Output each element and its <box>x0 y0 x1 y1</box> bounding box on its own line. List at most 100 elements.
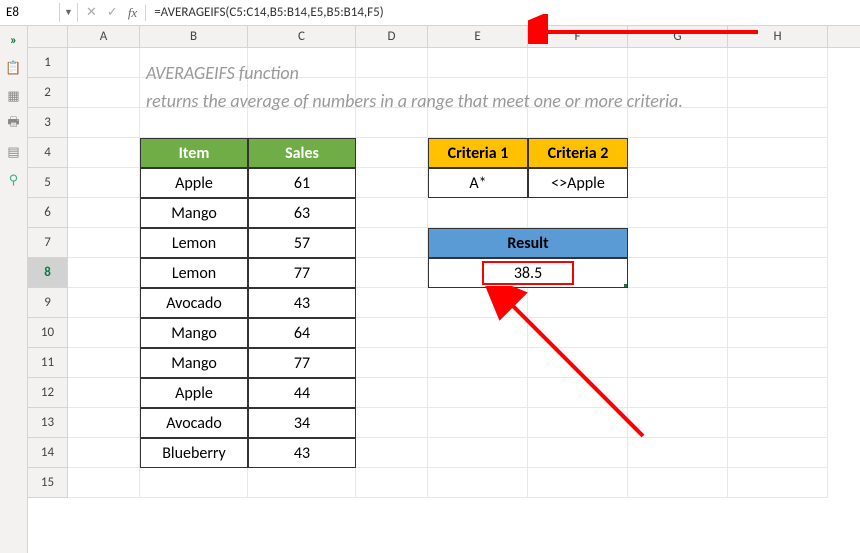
row-header[interactable]: 7 <box>28 228 68 258</box>
cell[interactable] <box>428 78 528 108</box>
cell[interactable] <box>68 318 140 348</box>
cell[interactable] <box>428 438 528 468</box>
cell[interactable] <box>140 468 248 498</box>
row-header[interactable]: 12 <box>28 378 68 408</box>
row-header[interactable]: 1 <box>28 48 68 78</box>
select-all-corner[interactable] <box>28 26 68 47</box>
formula-input[interactable]: =AVERAGEIFS(C5:C14,B5:B14,E5,B5:B14,F5) <box>146 3 860 22</box>
cell[interactable] <box>356 348 428 378</box>
cell[interactable] <box>248 48 356 78</box>
cell[interactable]: Avocado <box>140 408 248 438</box>
cell[interactable] <box>628 138 728 168</box>
expand-icon[interactable]: » <box>6 32 22 48</box>
cell[interactable] <box>68 138 140 168</box>
cell[interactable] <box>356 48 428 78</box>
cell[interactable] <box>248 78 356 108</box>
row-header[interactable]: 13 <box>28 408 68 438</box>
cell[interactable]: 61 <box>248 168 356 198</box>
cell[interactable] <box>356 408 428 438</box>
row-header[interactable]: 2 <box>28 78 68 108</box>
cell[interactable]: <>Apple <box>528 168 628 198</box>
cell[interactable] <box>628 198 728 228</box>
cell[interactable] <box>728 48 828 78</box>
print-icon[interactable]: 🖶 <box>6 116 22 132</box>
cell[interactable] <box>68 48 140 78</box>
cell[interactable] <box>528 78 628 108</box>
paste-icon[interactable]: ▦ <box>6 88 22 104</box>
cell[interactable] <box>248 468 356 498</box>
col-header[interactable]: C <box>248 26 356 47</box>
cell[interactable]: 43 <box>248 438 356 468</box>
cell[interactable] <box>628 228 728 258</box>
row-header[interactable]: 3 <box>28 108 68 138</box>
cell[interactable]: 63 <box>248 198 356 228</box>
cell[interactable] <box>728 318 828 348</box>
cell[interactable] <box>356 258 428 288</box>
cell[interactable] <box>728 198 828 228</box>
cell[interactable] <box>356 78 428 108</box>
result-cell-selected[interactable]: 38.5 <box>428 258 628 288</box>
row-header[interactable]: 8 <box>28 258 68 288</box>
cell[interactable] <box>728 258 828 288</box>
row-header[interactable]: 6 <box>28 198 68 228</box>
cell[interactable] <box>728 408 828 438</box>
cell[interactable] <box>728 138 828 168</box>
cell[interactable]: Sales <box>248 138 356 168</box>
fx-icon[interactable]: fx <box>128 5 137 21</box>
cell[interactable] <box>68 168 140 198</box>
cell[interactable] <box>528 198 628 228</box>
cell[interactable] <box>68 438 140 468</box>
col-header[interactable]: G <box>628 26 728 47</box>
cell[interactable] <box>728 378 828 408</box>
row-header[interactable]: 10 <box>28 318 68 348</box>
cell[interactable] <box>68 258 140 288</box>
cell[interactable]: Lemon <box>140 228 248 258</box>
cell[interactable] <box>628 168 728 198</box>
row-header[interactable]: 15 <box>28 468 68 498</box>
cell[interactable] <box>428 48 528 78</box>
cell[interactable] <box>428 198 528 228</box>
cell[interactable] <box>68 78 140 108</box>
table-icon[interactable]: ▤ <box>6 144 22 160</box>
cell[interactable] <box>428 408 528 438</box>
cell[interactable]: 43 <box>248 288 356 318</box>
find-icon[interactable]: ⚲ <box>6 172 22 188</box>
cell[interactable]: Item <box>140 138 248 168</box>
row-header[interactable]: 11 <box>28 348 68 378</box>
cell[interactable]: Mango <box>140 318 248 348</box>
cell[interactable] <box>68 228 140 258</box>
clipboard-icon[interactable]: 📋 <box>6 60 22 76</box>
col-header[interactable]: F <box>528 26 628 47</box>
cell[interactable]: Mango <box>140 198 248 228</box>
cell[interactable] <box>728 168 828 198</box>
name-box[interactable]: E8 <box>0 3 60 22</box>
cell[interactable]: 57 <box>248 228 356 258</box>
cell[interactable] <box>528 348 628 378</box>
col-header[interactable]: B <box>140 26 248 47</box>
col-header[interactable]: D <box>356 26 428 47</box>
cell[interactable] <box>628 288 728 318</box>
cell[interactable] <box>356 318 428 348</box>
cell[interactable] <box>248 108 356 138</box>
cell[interactable] <box>628 108 728 138</box>
cell[interactable] <box>728 108 828 138</box>
cell[interactable] <box>356 438 428 468</box>
name-box-dropdown[interactable]: ▼ <box>60 3 78 22</box>
cell[interactable]: 77 <box>248 348 356 378</box>
cell[interactable] <box>356 468 428 498</box>
cell[interactable]: 77 <box>248 258 356 288</box>
cell[interactable]: Blueberry <box>140 438 248 468</box>
cell[interactable] <box>528 288 628 318</box>
cell[interactable] <box>628 258 728 288</box>
cell[interactable] <box>628 348 728 378</box>
cell[interactable]: A* <box>428 168 528 198</box>
cell[interactable] <box>68 108 140 138</box>
cell[interactable] <box>528 408 628 438</box>
cell[interactable] <box>68 408 140 438</box>
cell[interactable] <box>356 228 428 258</box>
cell[interactable] <box>728 438 828 468</box>
cell[interactable] <box>68 348 140 378</box>
cell[interactable]: Avocado <box>140 288 248 318</box>
cell[interactable]: 44 <box>248 378 356 408</box>
cell[interactable] <box>728 288 828 318</box>
